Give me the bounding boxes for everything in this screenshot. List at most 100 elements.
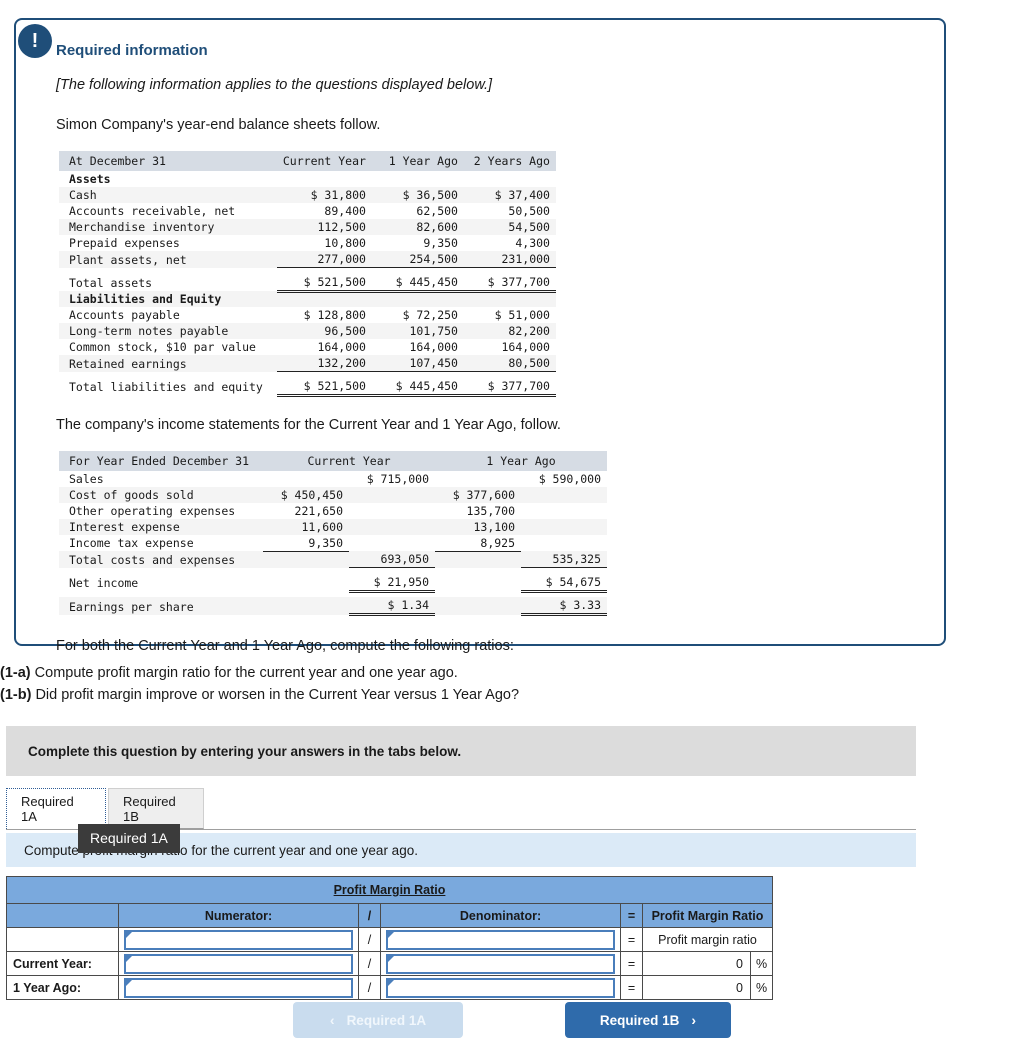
balance-sheet-table: At December 31 Current Year 1 Year Ago 2 Ye… [59,151,556,397]
bs-row-label: Long-term notes payable [59,323,277,339]
table-row: Common stock, $10 par value 164,000 164,00… [59,339,556,355]
is-header-one-year-ago: 1 Year Ago [435,450,608,471]
tab-required-1a[interactable]: Required 1A [6,788,106,829]
answer-row: Current Year: / = 0% [6,951,773,976]
result-value: 0 [642,975,751,1000]
bs-cell: $ 31,800 [276,187,372,203]
bs-cell: 9,350 [423,236,458,250]
bs-cell: $ 377,700 [463,273,556,293]
is-cell [349,535,435,552]
bs-row-label: Total liabilities and equity [69,380,263,394]
answer-row: 1 Year Ago: / = 0% [6,975,773,1000]
is-row-label: Income tax expense [69,536,194,550]
table-row: Interest expense 11,600 13,100 [59,518,608,535]
is-cell [521,486,608,503]
bs-row-label: Plant assets, net [59,251,277,268]
question-stem-number: (1-a) [0,665,31,681]
numerator-input-3[interactable] [124,977,353,998]
bs-row-label: Retained earnings [59,355,277,372]
table-row: Income tax expense 9,350 8,925 [59,534,607,552]
bs-row-label: Assets [69,172,111,186]
numerator-input-1[interactable] [124,929,353,950]
table-row: Merchandise inventory 112,500 82,600 54,500 [59,219,556,235]
bs-row-label: Prepaid expenses [69,236,180,250]
income-statement-header: For Year Ended December 31 Current Year 1 … [59,450,608,471]
bs-cell [277,171,372,187]
bs-cell: 54,500 [463,219,556,235]
is-header-label: For Year Ended December 31 [59,450,264,471]
bs-row-label: Liabilities and Equity [59,291,277,307]
is-cell: 13,100 [435,518,522,535]
tab-required-1b[interactable]: Required 1B [108,788,204,829]
slash-operator: / [358,975,381,1000]
is-cell: $ 1.34 [349,597,436,616]
is-cell [263,471,349,487]
bs-cell: 96,500 [276,323,372,339]
table-row: Earnings per share $ 1.34 $ 3.33 [59,597,608,616]
bs-cell: 164,000 [501,340,550,354]
bs-cell: 164,000 [317,340,366,354]
table-row: Total costs and expenses 693,050 535,325 [59,551,608,568]
numerator-input-2[interactable] [124,953,353,974]
header-slash: / [358,903,381,928]
answer-table-title-text: Profit Margin Ratio [333,883,446,897]
table-row: Other operating expenses 221,650 135,700 [59,503,607,519]
bs-row-label: Cash [59,187,277,203]
denominator-input-1-cell [380,927,621,952]
bs-cell: $ 521,500 [276,377,372,397]
equals-operator: = [620,951,643,976]
bs-row-label: Merchandise inventory [59,219,277,235]
table-row: Cash $ 31,800 $ 36,500 $ 37,400 [59,187,556,203]
is-cell: 11,600 [263,518,350,535]
table-row: Accounts receivable, net 89,400 62,500 50,5… [59,203,556,219]
result-value: 0 [642,951,751,976]
is-row-label: Interest expense [59,518,264,535]
bs-cell: 164,000 [409,340,458,354]
bs-cell: $ 72,250 [402,308,458,322]
bs-cell: $ 521,500 [276,273,372,293]
denominator-input-3[interactable] [386,977,615,998]
denominator-input-1[interactable] [386,929,615,950]
is-cell: $ 377,600 [435,486,522,503]
is-cell: $ 715,000 [366,471,430,486]
bs-cell: 277,000 [276,251,372,268]
bs-cell: 80,500 [463,355,556,372]
closing-instruction: For both the Current Year and 1 Year Ago… [56,638,514,654]
bs-header-col-3: 2 Years Ago [463,151,556,171]
complete-question-bar: Complete this question by entering your … [6,726,916,776]
profit-margin-ratio-table: Profit Margin Ratio Numerator: / Denomin… [6,876,773,1000]
denominator-input-2[interactable] [386,953,615,974]
tab-tooltip-label: Required 1A [90,830,168,846]
page-title: Required information [56,42,208,59]
tab-required-1b-label: Required 1B [123,793,176,824]
denominator-input-2-cell [380,951,621,976]
percent-symbol: % [750,951,773,976]
bs-cell: $ 36,500 [371,187,464,203]
bs-cell: 82,200 [463,323,556,339]
question-stem-number: (1-b) [0,687,32,704]
is-cell: $ 3.33 [521,597,608,616]
complete-question-text: Complete this question by entering your … [28,743,462,759]
header-denominator: Denominator: [380,903,621,928]
income-statement-intro: The company's income statements for the … [56,416,561,433]
question-stem-text: Did profit margin improve or worsen in t… [31,687,520,704]
bs-cell: 4,300 [515,236,550,250]
is-cell: $ 590,000 [538,471,602,486]
question-stem-1: (1-a) Compute profit margin ratio for th… [0,662,1024,684]
header-result: Profit Margin Ratio [642,903,773,928]
bs-cell: 112,500 [276,219,372,235]
income-statement-body: Sales $ 715,000 $ 590,000 Cost of goods sol… [59,471,608,616]
bs-cell: 132,200 [276,355,372,372]
required-information-panel: ! Required information [The following in… [14,18,946,654]
bs-cell: $ 51,000 [494,308,550,322]
equals-operator: = [620,927,643,952]
percent-symbol: % [750,975,773,1000]
is-cell: $ 21,950 [349,573,436,593]
bs-row-label: Accounts payable [69,308,180,322]
next-required-1b-button[interactable]: Required 1B › [565,1002,731,1038]
table-row: Prepaid expenses 10,800 9,350 4,300 [59,235,556,251]
header-numerator: Numerator: [118,903,359,928]
previous-required-1a-button[interactable]: ‹ Required 1A [293,1002,463,1038]
numerator-input-1-cell [118,927,359,952]
is-cell: $ 54,675 [521,573,608,593]
